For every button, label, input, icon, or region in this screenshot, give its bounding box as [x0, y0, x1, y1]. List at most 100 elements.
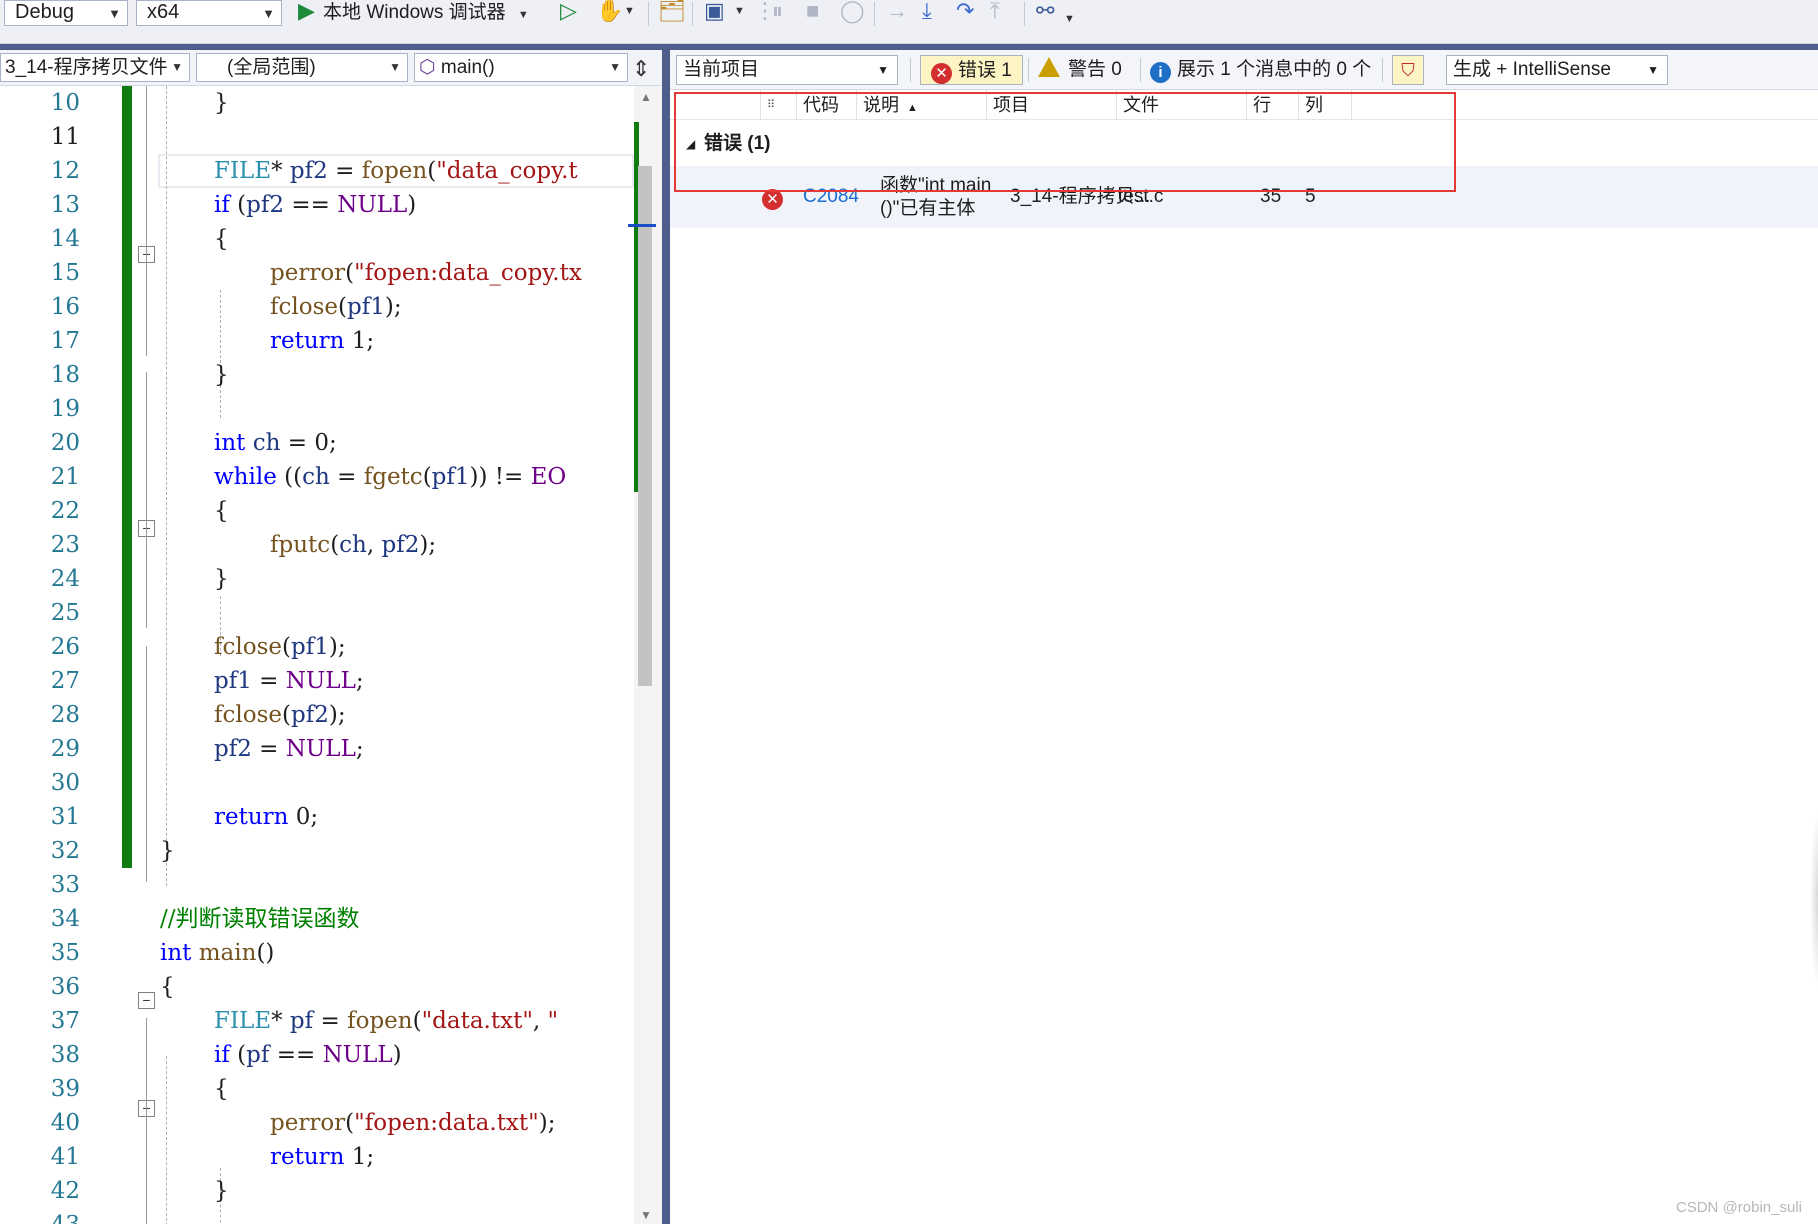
code-text: return 1;: [270, 1144, 375, 1170]
diagnostics-button[interactable]: ⚯: [1036, 0, 1054, 26]
chevron-down-icon: ▼: [262, 6, 275, 21]
scope-dropdown[interactable]: (全局范围) ▼: [196, 53, 408, 82]
editor-scrollbar[interactable]: ▲ ▼: [628, 86, 662, 1224]
scope-filter-value: 当前项目: [683, 59, 760, 80]
messages-filter-button[interactable]: i 展示 1 个消息中的 0 个: [1150, 55, 1371, 85]
panel-splitter[interactable]: [662, 50, 670, 1224]
chevron-down-icon: ▼: [517, 9, 529, 21]
build-filter-button[interactable]: ⛉: [1392, 55, 1424, 85]
line-number: 30: [50, 770, 80, 796]
code-line-current: 11: [0, 120, 634, 154]
warning-icon: [1038, 57, 1060, 77]
error-list-toolbar: 当前项目 ▼ ✕ 错误 1 警告 0 i 展示 1 个消息中的 0 个 ⛉ 生成 +…: [670, 50, 1818, 90]
code-line: 41 return 1;: [0, 1140, 634, 1174]
warnings-filter-button[interactable]: 警告 0: [1038, 55, 1122, 85]
split-icon: ⇕: [632, 56, 651, 81]
navigation-bar: 3_14-程序拷贝文件 ▼ (全局范围) ▼ ⬡ main() ▼ ⇕: [0, 50, 662, 86]
code-line: 40 perror("fopen:data.txt");: [0, 1106, 634, 1140]
code-text: {: [214, 226, 229, 252]
toolbar-separator: [692, 2, 693, 26]
step-into-icon: ⤓: [922, 0, 932, 23]
code-text: pf1 = NULL;: [214, 668, 364, 694]
scroll-up-icon[interactable]: ▲: [640, 90, 652, 104]
toolbar-separator: [1140, 58, 1141, 82]
project-dropdown[interactable]: 3_14-程序拷贝文件 ▼: [0, 53, 190, 82]
code-line: 25: [0, 596, 634, 630]
restart-icon: ◯: [840, 0, 865, 23]
code-text: }: [214, 90, 229, 116]
platform-value: x64: [147, 1, 180, 23]
start-without-debug-button[interactable]: ▷: [560, 0, 577, 26]
code-editor: 3_14-程序拷贝文件 ▼ (全局范围) ▼ ⬡ main() ▼ ⇕ − − …: [0, 50, 662, 1224]
chevron-down-icon: ▼: [389, 60, 401, 74]
pause-button[interactable]: ⏸: [772, 0, 783, 26]
source-filter-dropdown[interactable]: 生成 + IntelliSense ▼: [1446, 55, 1668, 85]
code-text: }: [214, 362, 229, 388]
error-icon: ✕: [762, 189, 783, 210]
step-into-button[interactable]: ⤓: [922, 0, 932, 26]
restart-button[interactable]: ◯: [840, 0, 865, 26]
split-editor-button[interactable]: ⇕: [632, 56, 650, 82]
line-number: 28: [50, 702, 80, 728]
code-line: 21 while ((ch = fgetc(pf1)) != EO: [0, 460, 634, 494]
caret-position-marker: [628, 224, 656, 227]
play-outline-icon: ▷: [560, 0, 577, 23]
code-text-area[interactable]: − − − − 10 } 11 12 FILE* pf2 = fopen("da…: [0, 86, 634, 1224]
chevron-down-icon: ▼: [734, 5, 745, 17]
folder-search-icon: 🗂: [658, 0, 686, 23]
errors-filter-button[interactable]: ✕ 错误 1: [920, 55, 1023, 85]
show-next-statement-button[interactable]: →: [886, 0, 908, 26]
line-number: 29: [50, 736, 80, 762]
code-text: perror("fopen:data_copy.tx: [270, 260, 582, 286]
code-line: 18 }: [0, 358, 634, 392]
code-line: 33: [0, 868, 634, 902]
line-number: 40: [50, 1110, 80, 1136]
line-number: 17: [50, 328, 80, 354]
watermark-text: CSDN @robin_suli: [1675, 1199, 1802, 1216]
code-line: 24 }: [0, 562, 634, 596]
chevron-down-icon: ▼: [609, 60, 621, 74]
line-number: 14: [50, 226, 80, 252]
hot-reload-dropdown[interactable]: ▼: [624, 0, 635, 26]
line-number: 26: [50, 634, 80, 660]
code-text: {: [214, 498, 229, 524]
process-dropdown[interactable]: ▼: [734, 0, 745, 26]
config-dropdown[interactable]: Debug ▼: [4, 0, 128, 26]
code-line: 29 pf2 = NULL;: [0, 732, 634, 766]
hot-reload-button[interactable]: ✋: [596, 0, 623, 26]
scrollbar-thumb[interactable]: [638, 166, 652, 686]
code-text: fclose(pf2);: [214, 702, 346, 728]
member-dropdown[interactable]: ⬡ main() ▼: [414, 53, 628, 82]
line-number: 22: [50, 498, 80, 524]
code-line: 15 perror("fopen:data_copy.tx: [0, 256, 634, 290]
line-number: 35: [50, 940, 80, 966]
step-out-icon: ⤒: [990, 0, 1000, 23]
code-text: }: [160, 838, 175, 864]
code-line: 43: [0, 1208, 634, 1224]
info-icon: i: [1150, 62, 1171, 83]
step-out-button[interactable]: ⤒: [990, 0, 1000, 26]
code-text: pf2 = NULL;: [214, 736, 364, 762]
pause-icon: ⏸: [772, 0, 784, 23]
stop-button[interactable]: ■: [806, 0, 819, 26]
browse-button[interactable]: 🗂: [658, 0, 686, 26]
code-text: if (pf2 == NULL): [214, 192, 417, 218]
scope-filter-dropdown[interactable]: 当前项目 ▼: [676, 55, 898, 85]
code-line: 14 {: [0, 222, 634, 256]
platform-dropdown[interactable]: x64 ▼: [136, 0, 282, 26]
code-text: {: [214, 1076, 229, 1102]
code-text: FILE* pf2 = fopen("data_copy.t: [214, 158, 578, 184]
warnings-filter-label: 警告 0: [1068, 59, 1122, 80]
scroll-down-icon[interactable]: ▼: [640, 1208, 652, 1222]
toolbar-overflow[interactable]: ▼: [1064, 8, 1075, 34]
process-button[interactable]: ▣: [704, 0, 725, 26]
start-debug-button[interactable]: ▶ 本地 Windows 调试器 ▼: [298, 0, 529, 26]
error-list-panel: 当前项目 ▼ ✕ 错误 1 警告 0 i 展示 1 个消息中的 0 个 ⛉ 生成 +…: [670, 50, 1818, 1224]
chevron-down-icon: ▼: [624, 5, 635, 17]
annotation-highlight-box: [674, 92, 1456, 192]
line-number: 33: [50, 872, 80, 898]
code-text: int ch = 0;: [214, 430, 337, 456]
toolbar-separator: [1382, 58, 1383, 82]
step-over-button[interactable]: ↷: [956, 0, 974, 26]
line-number: 23: [50, 532, 80, 558]
